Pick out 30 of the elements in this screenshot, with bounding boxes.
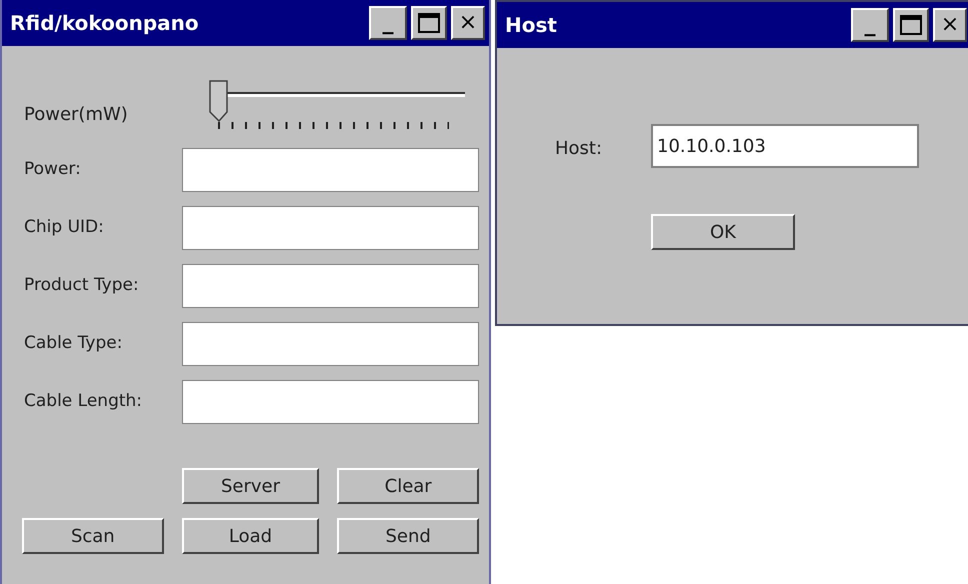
slider-thumb[interactable] bbox=[209, 80, 229, 122]
maximize-button[interactable] bbox=[411, 6, 447, 40]
input-field[interactable] bbox=[182, 264, 479, 308]
push-button[interactable]: Server bbox=[182, 468, 320, 504]
field-label: Product Type: bbox=[24, 274, 140, 298]
minimize-button[interactable]: _ bbox=[851, 8, 889, 42]
maximize-icon bbox=[418, 13, 440, 33]
field-label: Cable Length: bbox=[24, 390, 144, 414]
field-label: Host: bbox=[555, 136, 604, 160]
close-button[interactable]: × bbox=[933, 8, 967, 42]
close-button[interactable]: × bbox=[451, 6, 485, 40]
field-label: Power(mW) bbox=[24, 102, 129, 126]
minimize-button[interactable]: _ bbox=[369, 6, 407, 40]
maximize-button[interactable] bbox=[893, 8, 929, 42]
window-title: Rfid/kokoonpano bbox=[10, 10, 200, 37]
field-label: Chip UID: bbox=[24, 216, 105, 240]
input-field[interactable] bbox=[182, 148, 479, 192]
field-label: Cable Type: bbox=[24, 332, 124, 356]
window-title: Host bbox=[505, 12, 558, 39]
input-field[interactable] bbox=[182, 322, 479, 366]
push-button[interactable]: Scan bbox=[22, 518, 164, 554]
input-field[interactable]: 10.10.0.103 bbox=[651, 124, 919, 168]
push-button[interactable]: OK bbox=[651, 214, 795, 250]
push-button[interactable]: Load bbox=[182, 518, 320, 554]
input-field[interactable] bbox=[182, 380, 479, 424]
push-button[interactable]: Send bbox=[337, 518, 479, 554]
input-field[interactable] bbox=[182, 206, 479, 250]
field-label: Power: bbox=[24, 158, 82, 182]
maximize-icon bbox=[900, 15, 922, 35]
push-button[interactable]: Clear bbox=[337, 468, 479, 504]
